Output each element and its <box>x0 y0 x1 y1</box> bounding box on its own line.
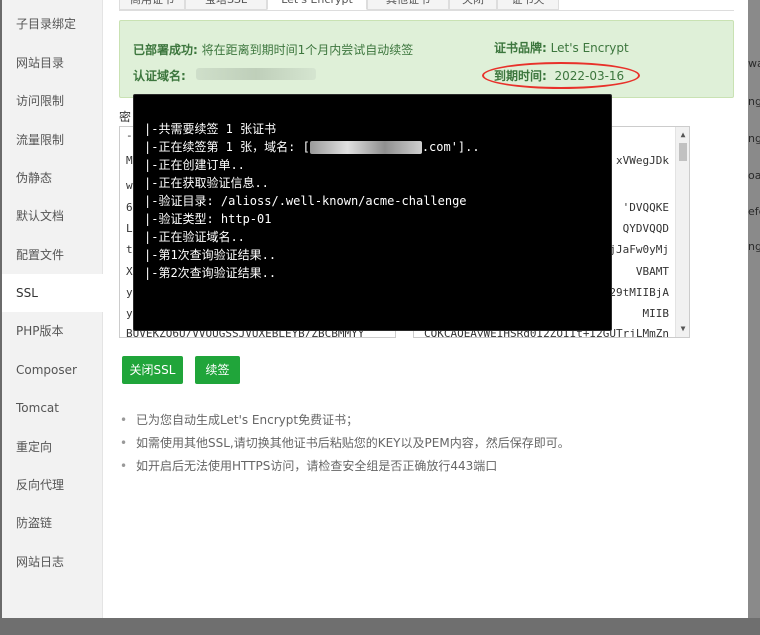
deploy-text: 将在距离到期时间1个月内尝试自动续签 <box>201 43 414 57</box>
tab-lets-encrypt[interactable]: Let's Encrypt <box>267 0 367 10</box>
tab-commercial-cert[interactable]: 商用证书 <box>119 0 185 10</box>
background-page-strip: wa ng ng oan efer ng <box>748 0 760 635</box>
scroll-down-icon[interactable]: ▼ <box>676 323 689 335</box>
sidebar-item-ssl[interactable]: SSL <box>2 274 103 312</box>
deploy-label: 已部署成功: <box>133 43 198 57</box>
sidebar-item-subdirectory-binding[interactable]: 子目录绑定 <box>2 5 103 43</box>
overlay-backdrop-bottom <box>0 618 760 635</box>
close-ssl-button[interactable]: 关闭SSL <box>122 356 183 384</box>
settings-sidebar: 子目录绑定 网站目录 访问限制 流量限制 伪静态 默认文档 配置文件 SSL P… <box>2 0 103 618</box>
background-text: efer <box>748 205 760 218</box>
sidebar-item-reverse-proxy[interactable]: 反向代理 <box>2 466 103 504</box>
cert-line: xVWegJDk <box>616 154 669 167</box>
sidebar-item-composer[interactable]: Composer <box>2 351 103 389</box>
log-line: |-验证类型: http-01 <box>144 212 272 226</box>
cert-line: 'DVQQKE <box>622 201 669 214</box>
sidebar-item-site-log[interactable]: 网站日志 <box>2 543 103 581</box>
sidebar-item-hotlink-protection[interactable]: 防盗链 <box>2 504 103 542</box>
key-line: w <box>126 179 133 192</box>
cert-line: VBAMT <box>635 265 669 278</box>
log-line-text: |-正在续签第 1 张，域名: [ <box>144 140 310 154</box>
ssl-status-box: 已部署成功: 将在距离到期时间1个月内尝试自动续签 认证域名: 证书品牌: Le… <box>119 20 734 98</box>
log-line: |-第2次查询验证结果.. <box>144 266 277 280</box>
cert-brand: 证书品牌: Let's Encrypt <box>494 39 629 56</box>
key-label: 密 <box>119 110 132 124</box>
tab-cert-folder[interactable]: 证书夹 <box>497 0 559 10</box>
key-line: M <box>126 154 133 167</box>
log-line: |-第1次查询验证结果.. <box>144 248 277 262</box>
background-text: ng <box>748 132 760 145</box>
highlight-oval <box>482 62 640 89</box>
cert-scrollbar[interactable]: ▲ ▼ <box>675 127 689 337</box>
log-line-domain: |-正在续签第 1 张，域名: [ .com'].. <box>144 138 611 156</box>
sidebar-item-default-document[interactable]: 默认文档 <box>2 197 103 235</box>
background-text: ng <box>748 240 760 253</box>
domain-label: 认证域名: <box>133 69 186 83</box>
sidebar-item-traffic-limit[interactable]: 流量限制 <box>2 121 103 159</box>
tab-other-cert[interactable]: 其他证书 <box>367 0 449 10</box>
sidebar-item-tomcat[interactable]: Tomcat <box>2 389 103 427</box>
background-text: ng <box>748 95 760 108</box>
note-item: 如需使用其他SSL,请切换其他证书后粘贴您的KEY以及PEM内容，然后保存即可。 <box>120 435 570 458</box>
brand-label: 证书品牌: <box>494 41 547 55</box>
tab-bar-divider <box>119 10 734 11</box>
log-domain-suffix: .com'].. <box>421 140 480 154</box>
tab-bt-ssl[interactable]: 宝塔SSL <box>185 0 267 10</box>
sidebar-item-access-restriction[interactable]: 访问限制 <box>2 82 103 120</box>
renewal-log-terminal: |-共需要续签 1 张证书 |-正在续签第 1 张，域名: [.com'].. … <box>133 94 612 331</box>
log-line: |-共需要续签 1 张证书 <box>144 122 277 136</box>
note-item: 已为您自动生成Let's Encrypt免费证书； <box>120 412 570 435</box>
sidebar-item-rewrite[interactable]: 伪静态 <box>2 159 103 197</box>
sidebar-item-php-version[interactable]: PHP版本 <box>2 312 103 350</box>
redacted-domain <box>196 68 316 80</box>
renew-button[interactable]: 续签 <box>195 356 240 384</box>
sidebar-item-config-file[interactable]: 配置文件 <box>2 236 103 274</box>
background-text: oan <box>748 169 760 182</box>
log-line: |-验证目录: /alioss/.well-known/acme-challen… <box>144 194 467 208</box>
cert-line: MIIB <box>642 307 670 320</box>
scrollbar-thumb[interactable] <box>679 143 687 161</box>
cert-line: jJaFw0yMj <box>609 243 669 256</box>
background-text: wa <box>748 57 760 70</box>
sidebar-item-site-directory[interactable]: 网站目录 <box>2 44 103 82</box>
notes-list: 已为您自动生成Let's Encrypt免费证书； 如需使用其他SSL,请切换其… <box>120 412 570 481</box>
brand-value: Let's Encrypt <box>550 41 629 55</box>
scroll-up-icon[interactable]: ▲ <box>676 129 689 141</box>
cert-line: 29tMIIBjA <box>609 286 669 299</box>
log-line: |-正在获取验证信息.. <box>144 176 269 190</box>
cert-line: QYDVQQD <box>622 222 669 235</box>
sidebar-item-redirect[interactable]: 重定向 <box>2 428 103 466</box>
note-item: 如开启后无法使用HTTPS访问，请检查安全组是否正确放行443端口 <box>120 458 570 481</box>
log-line: |-正在验证域名.. <box>144 230 245 244</box>
redacted-domain <box>309 141 422 154</box>
log-line: |-正在创建订单.. <box>144 158 245 172</box>
tab-close[interactable]: 关闭 <box>449 0 497 10</box>
deploy-status: 已部署成功: 将在距离到期时间1个月内尝试自动续签 <box>133 41 413 58</box>
key-line: X <box>126 265 133 278</box>
